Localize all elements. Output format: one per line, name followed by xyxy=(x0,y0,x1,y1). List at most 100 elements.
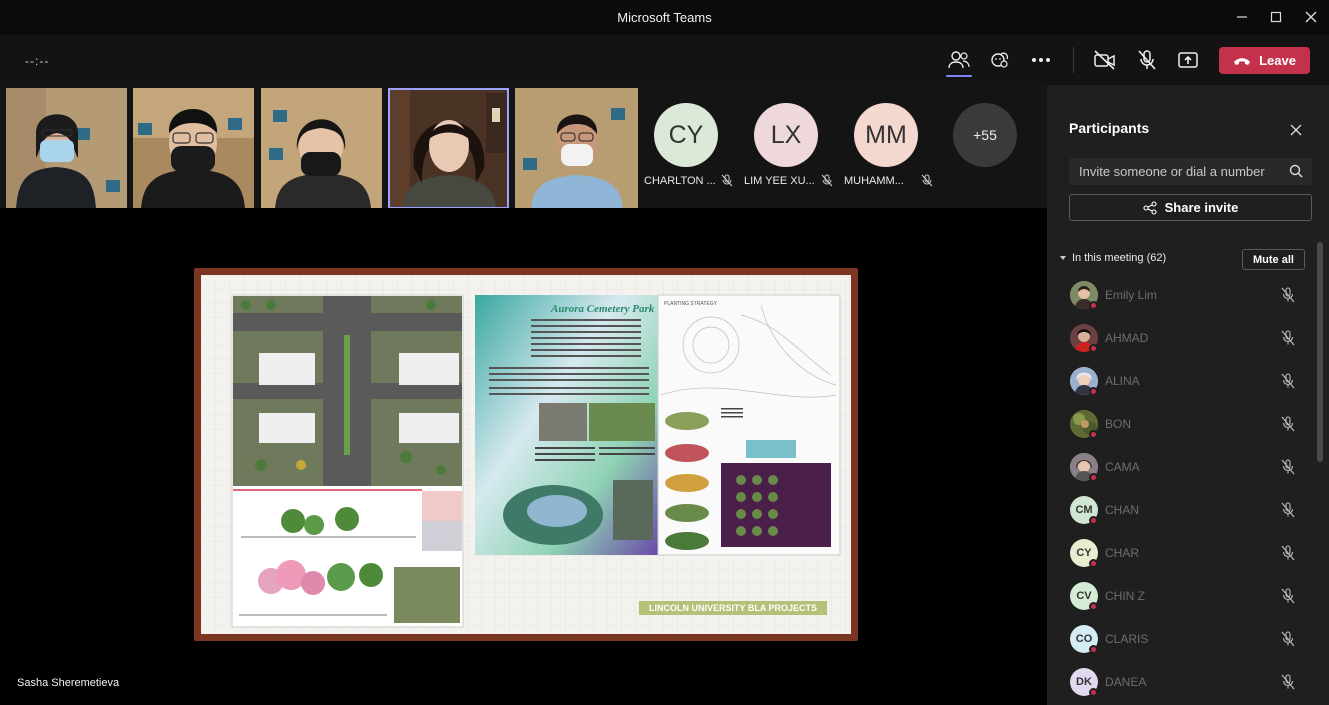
section-label: In this meeting (62) xyxy=(1072,252,1167,264)
participant-name: LIM YEE XU... xyxy=(744,175,815,187)
participant-name: CHIN Z xyxy=(1105,589,1145,603)
shared-slide: Aurora Cemetery Park PLANTING STRATEGY L… xyxy=(194,268,858,641)
status-badge xyxy=(1089,301,1098,310)
list-item[interactable]: CM CHAN xyxy=(1047,489,1317,532)
list-item[interactable]: CAMA xyxy=(1047,446,1317,489)
more-participants-button[interactable]: +55 xyxy=(953,103,1017,167)
window-title: Microsoft Teams xyxy=(617,10,712,25)
participant-avatar-tile[interactable]: CY CHARLTON ... xyxy=(640,85,740,208)
participant-avatar-tile[interactable]: LX LIM YEE XU... xyxy=(740,85,840,208)
share-screen-icon[interactable] xyxy=(1175,47,1201,73)
participant-name: CAMA xyxy=(1105,460,1140,474)
avatar: MM xyxy=(854,103,918,167)
status-badge xyxy=(1089,559,1098,568)
participants-icon[interactable] xyxy=(946,47,972,73)
video-tile[interactable] xyxy=(6,88,127,209)
slide-content: Aurora Cemetery Park PLANTING STRATEGY L… xyxy=(201,275,851,634)
mic-muted-icon xyxy=(721,174,733,187)
invite-search-box xyxy=(1069,158,1312,185)
poster-title: Aurora Cemetery Park xyxy=(550,303,655,315)
participants-panel: Participants Share invite In this meetin… xyxy=(1047,85,1329,705)
participant-name: Emily Lim xyxy=(1105,288,1158,302)
mic-muted-icon xyxy=(1281,416,1295,432)
hang-up-icon xyxy=(1234,57,1251,65)
video-tile[interactable] xyxy=(261,88,382,209)
mic-muted-icon xyxy=(1281,545,1295,561)
in-meeting-section-toggle[interactable]: In this meeting (62) xyxy=(1059,252,1166,264)
participant-name: ALINA xyxy=(1105,374,1140,388)
share-icon xyxy=(1143,200,1157,215)
status-badge xyxy=(1089,645,1098,654)
status-badge xyxy=(1089,387,1098,396)
list-item[interactable]: CO CLARIS xyxy=(1047,618,1317,661)
video-tile[interactable] xyxy=(515,88,638,209)
share-invite-label: Share invite xyxy=(1164,200,1239,215)
list-item[interactable]: DK DANEA xyxy=(1047,661,1317,704)
list-item[interactable]: Emily Lim xyxy=(1047,274,1317,317)
panel-scrollbar[interactable] xyxy=(1317,242,1323,462)
list-item[interactable]: BON xyxy=(1047,403,1317,446)
status-badge xyxy=(1089,344,1098,353)
slide-banner: LINCOLN UNIVERSITY BLA PROJECTS xyxy=(649,603,817,613)
call-toolbar: --:-- Leave xyxy=(0,35,1329,85)
avatar: LX xyxy=(754,103,818,167)
leave-label: Leave xyxy=(1259,53,1296,68)
poster-subtitle: PLANTING STRATEGY xyxy=(664,301,718,307)
participant-name: CHAN xyxy=(1105,503,1140,517)
mic-muted-icon xyxy=(921,174,933,187)
list-item[interactable]: CV CHIN Z xyxy=(1047,575,1317,618)
mic-muted-icon xyxy=(1281,373,1295,389)
more-options-icon[interactable] xyxy=(1028,47,1054,73)
status-badge xyxy=(1089,516,1098,525)
mic-muted-icon xyxy=(1281,588,1295,604)
slide-image: Aurora Cemetery Park PLANTING STRATEGY L… xyxy=(201,275,851,634)
video-gallery: CY CHARLTON ... LX LIM YEE XU... MM MUHA… xyxy=(0,85,1047,209)
avatar: CY xyxy=(654,103,718,167)
participant-name: BON xyxy=(1105,417,1132,431)
mute-all-button[interactable]: Mute all xyxy=(1242,249,1305,270)
mic-muted-icon xyxy=(1281,287,1295,303)
presenter-name: Sasha Sheremetieva xyxy=(17,677,120,689)
leave-button[interactable]: Leave xyxy=(1219,47,1310,74)
share-invite-button[interactable]: Share invite xyxy=(1069,194,1312,221)
close-panel-icon[interactable] xyxy=(1287,121,1305,139)
invite-search-input[interactable] xyxy=(1079,163,1279,180)
participant-name: CHARLTON ... xyxy=(644,175,716,187)
close-icon[interactable] xyxy=(1299,6,1323,28)
video-tile-active[interactable] xyxy=(388,88,509,209)
mic-muted-icon xyxy=(1281,502,1295,518)
participant-avatar-tile[interactable]: MM MUHAMM... xyxy=(840,85,940,208)
search-icon[interactable] xyxy=(1289,164,1303,178)
mic-off-icon[interactable] xyxy=(1134,47,1160,73)
active-tab-indicator xyxy=(946,75,972,77)
shared-screen-stage: Aurora Cemetery Park PLANTING STRATEGY L… xyxy=(0,208,1047,705)
status-badge xyxy=(1089,473,1098,482)
toolbar-divider xyxy=(1073,47,1074,73)
camera-off-icon[interactable] xyxy=(1092,47,1118,73)
mic-muted-icon xyxy=(821,174,833,187)
mic-muted-icon xyxy=(1281,674,1295,690)
participant-name: DANEA xyxy=(1105,675,1147,689)
teams-window: Microsoft Teams --:-- Leave CY CHARLTON … xyxy=(0,0,1329,705)
mic-muted-icon xyxy=(1281,631,1295,647)
status-badge xyxy=(1089,688,1098,697)
participant-name: MUHAMM... xyxy=(844,175,904,187)
participant-name: CHAR xyxy=(1105,546,1140,560)
participant-name: CLARIS xyxy=(1105,632,1149,646)
minimize-icon[interactable] xyxy=(1230,6,1254,28)
title-bar: Microsoft Teams xyxy=(0,0,1329,35)
status-badge xyxy=(1089,430,1098,439)
panel-title: Participants xyxy=(1069,120,1150,136)
call-timer: --:-- xyxy=(25,54,50,68)
status-badge xyxy=(1089,602,1098,611)
chevron-down-icon xyxy=(1060,256,1066,260)
mic-muted-icon xyxy=(1281,459,1295,475)
maximize-icon[interactable] xyxy=(1264,6,1288,28)
list-item[interactable]: AHMAD xyxy=(1047,317,1317,360)
participant-name: AHMAD xyxy=(1105,331,1149,345)
reactions-icon[interactable] xyxy=(987,47,1013,73)
video-tile[interactable] xyxy=(133,88,254,209)
list-item[interactable]: CY CHAR xyxy=(1047,532,1317,575)
list-item[interactable]: ALINA xyxy=(1047,360,1317,403)
mic-muted-icon xyxy=(1281,330,1295,346)
